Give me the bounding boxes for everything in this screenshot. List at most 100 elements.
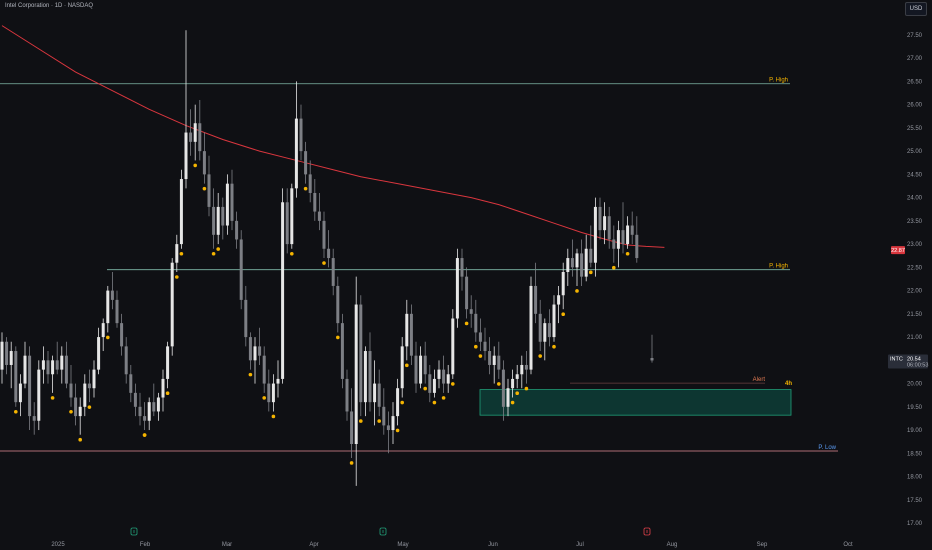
- candle-body: [612, 239, 616, 249]
- timeframe-tag: 4h: [785, 381, 792, 387]
- candle-body: [414, 355, 418, 384]
- signal-dot: [432, 400, 437, 405]
- x-tick-label: Feb: [140, 542, 151, 548]
- level-label-low: P. Low: [818, 445, 836, 451]
- y-tick-label: 23.50: [907, 219, 923, 225]
- signal-dot: [202, 186, 207, 191]
- y-tick-label: 27.00: [907, 56, 923, 62]
- signal-dot: [322, 261, 326, 265]
- signal-dot: [464, 321, 469, 326]
- signal-dot: [589, 270, 593, 275]
- candle-body: [101, 323, 105, 338]
- signal-dot: [377, 419, 382, 423]
- candle-body: [589, 248, 593, 263]
- candle-body: [598, 206, 602, 231]
- x-tick-label: Oct: [843, 542, 853, 548]
- candle-body: [368, 351, 372, 403]
- signal-dot: [405, 363, 409, 368]
- price-chart[interactable]: P. High P. High P. Low Alert 4h 27.50 27.00 26…: [0, 0, 932, 550]
- candle-body: [543, 323, 547, 342]
- signal-dot: [515, 391, 519, 396]
- signal-dot: [165, 391, 170, 396]
- signal-dot: [50, 396, 55, 400]
- candle-body: [488, 351, 492, 365]
- candle-body: [37, 369, 41, 421]
- candle-body: [308, 174, 312, 193]
- candle-body: [212, 206, 216, 235]
- candle-body: [377, 383, 381, 407]
- candle-body: [593, 206, 597, 263]
- candle-body: [580, 253, 584, 277]
- signal-dot: [561, 312, 565, 316]
- candle-body: [152, 402, 156, 412]
- candle-body: [584, 248, 588, 277]
- signal-dot: [441, 396, 446, 400]
- candle-body: [442, 369, 446, 384]
- candle-body: [221, 206, 225, 226]
- signal-dot: [575, 289, 579, 293]
- candle-body: [322, 220, 326, 249]
- y-tick-label: 26.00: [907, 103, 923, 109]
- signal-dot: [14, 410, 18, 414]
- candle-body: [419, 355, 423, 384]
- candle-body: [299, 118, 303, 152]
- signal-dot: [538, 354, 542, 358]
- signal-dot: [497, 382, 501, 386]
- signal-dot: [271, 414, 276, 419]
- candle-body: [511, 378, 515, 389]
- x-tick-label: Jul: [576, 542, 584, 548]
- candle-body: [524, 364, 528, 370]
- candle-body: [405, 313, 409, 347]
- candle-body: [446, 374, 450, 384]
- candle-body: [133, 392, 137, 407]
- signal-dot: [349, 461, 354, 465]
- candle-body: [41, 360, 45, 370]
- y-tick-label: 22.00: [907, 289, 923, 295]
- candle-body: [78, 406, 82, 417]
- x-tick-label: May: [397, 542, 408, 548]
- y-tick-label: 17.00: [907, 521, 923, 527]
- candle-body: [575, 253, 579, 268]
- y-tick-label: 24.00: [907, 196, 923, 202]
- x-tick-label: Jun: [488, 542, 498, 548]
- candle-body: [616, 230, 620, 249]
- candle-body: [520, 364, 524, 375]
- signal-dot: [290, 251, 294, 256]
- candle-body: [285, 202, 289, 245]
- candle-body: [55, 360, 59, 370]
- moving-average-line: [1, 25, 665, 248]
- candle-body: [400, 346, 404, 389]
- candle-body: [359, 304, 363, 403]
- candle-body: [193, 123, 197, 142]
- candle-body: [566, 258, 570, 272]
- candle-body: [336, 285, 340, 324]
- candle-body: [534, 285, 538, 314]
- candle-body: [216, 206, 220, 235]
- x-tick-label: Apr: [309, 542, 318, 548]
- candle-body: [60, 355, 64, 370]
- candle-body: [483, 341, 487, 352]
- candle-body: [156, 397, 160, 412]
- candle-body: [166, 346, 170, 379]
- y-tick-label: 25.50: [907, 126, 923, 132]
- candle-body: [373, 383, 377, 403]
- signal-dot: [87, 405, 92, 409]
- candle-body: [474, 313, 478, 333]
- y-tick-label: 19.00: [907, 428, 923, 434]
- candle-body: [391, 416, 395, 431]
- candle-body: [547, 323, 551, 338]
- candle-body: [198, 123, 202, 152]
- signal-dot: [106, 335, 110, 340]
- candle-body: [51, 360, 55, 375]
- candle-body: [281, 202, 285, 379]
- candle-body: [313, 192, 317, 212]
- candle-body: [69, 383, 73, 398]
- signal-dot: [175, 275, 179, 279]
- candle-body: [244, 299, 248, 338]
- signal-dot: [510, 400, 515, 405]
- signal-dot: [451, 382, 455, 386]
- candle-body: [327, 248, 331, 259]
- bar-countdown: 06:00:53: [907, 362, 928, 368]
- candle-body: [0, 341, 4, 370]
- signal-dot: [336, 335, 340, 340]
